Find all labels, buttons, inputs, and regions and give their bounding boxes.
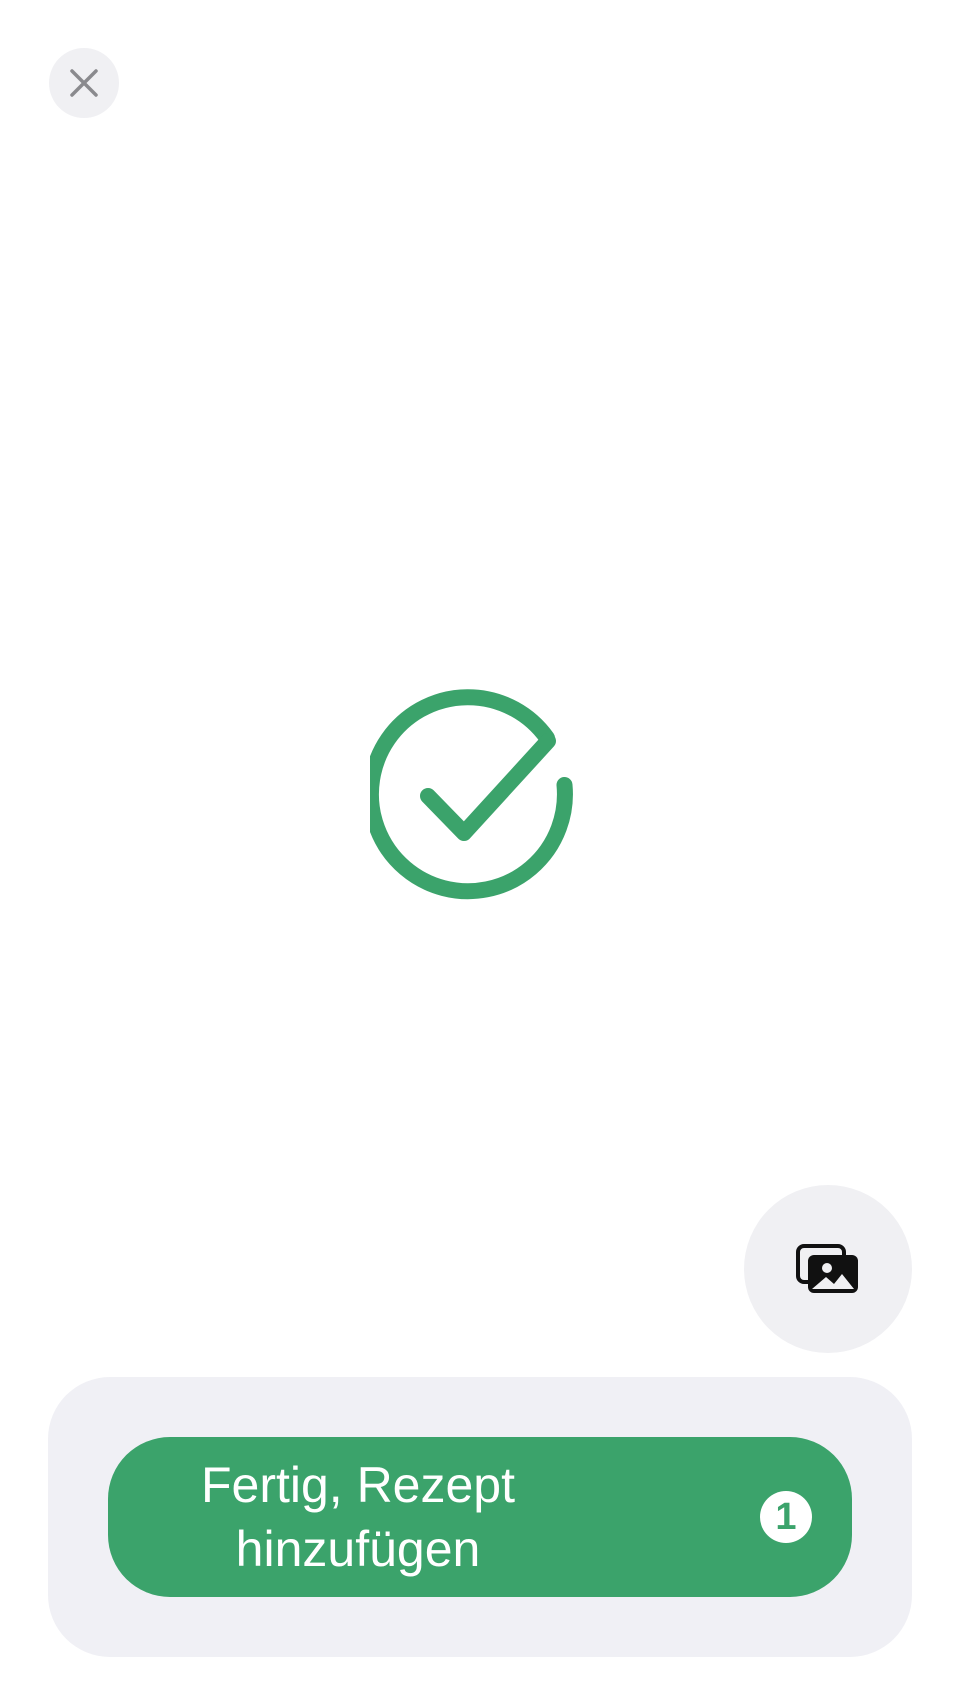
close-button[interactable] xyxy=(49,48,119,118)
done-button-label: Fertig, Rezept hinzufügen xyxy=(200,1457,515,1577)
photo-library-icon xyxy=(796,1244,858,1293)
done-add-recipe-button[interactable]: Fertig, Rezept hinzufügen 1 xyxy=(108,1437,852,1597)
success-checkmark xyxy=(362,686,590,906)
count-badge: 1 xyxy=(760,1491,812,1543)
close-icon xyxy=(70,69,98,97)
gallery-button[interactable] xyxy=(744,1185,912,1353)
bottom-panel: Fertig, Rezept hinzufügen 1 xyxy=(48,1377,912,1657)
checkmark-circle-icon xyxy=(362,689,573,900)
